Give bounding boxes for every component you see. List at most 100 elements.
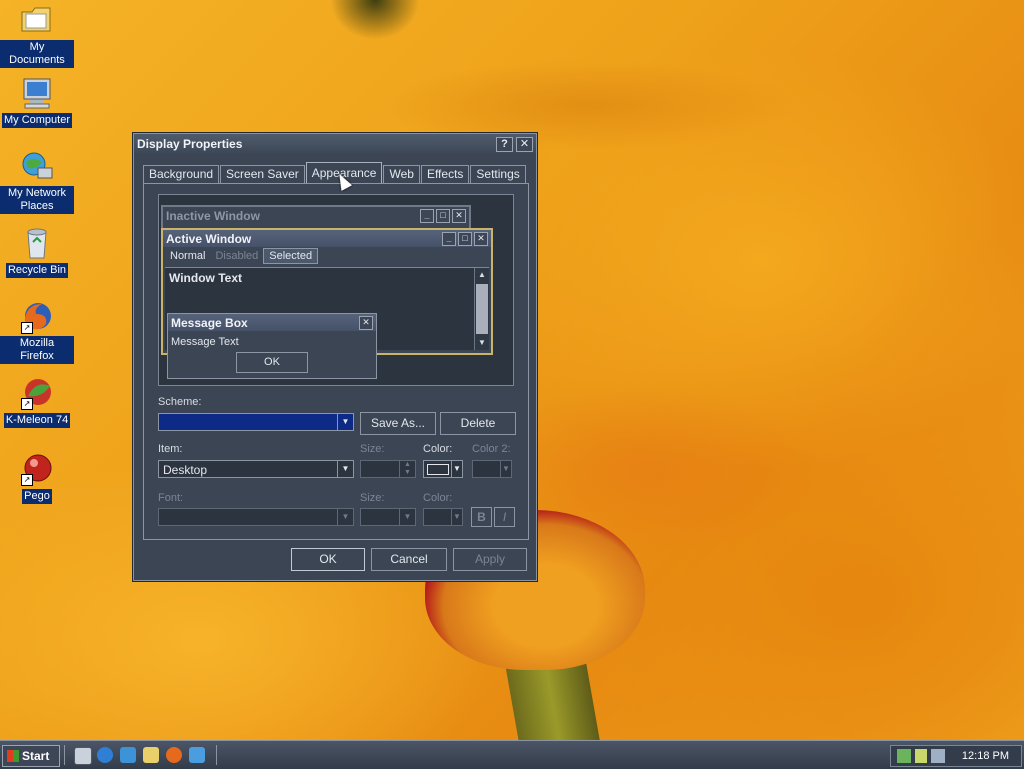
message-box-titlebar: Message Box ✕ (168, 314, 376, 331)
font-color-label: Color: (423, 492, 453, 504)
maximize-icon: □ (436, 208, 450, 223)
appearance-preview[interactable]: Inactive Window _ □ ✕ Active Window _ □ … (158, 194, 514, 386)
chevron-down-icon[interactable]: ▼ (451, 509, 462, 525)
menu-normal: Normal (170, 250, 206, 262)
menu-disabled: Disabled (215, 250, 259, 262)
dialog-titlebar[interactable]: Display Properties ? ✕ (134, 134, 536, 154)
tab-web[interactable]: Web (383, 165, 420, 183)
italic-button[interactable]: I (494, 507, 515, 527)
tab-settings[interactable]: Settings (470, 165, 526, 183)
taskbar-divider (64, 745, 67, 765)
system-tray: 12:18 PM (890, 745, 1022, 767)
tray-app-icon[interactable] (915, 749, 927, 763)
chevron-down-icon[interactable]: ▼ (451, 461, 462, 477)
chevron-down-icon[interactable]: ▼ (337, 509, 353, 525)
apply-button[interactable]: Apply (453, 548, 527, 571)
chevron-down-icon[interactable]: ▼ (337, 414, 353, 430)
k-meleon-icon: ↗ (20, 376, 54, 410)
taskbar: Start 12:18 PM (0, 740, 1024, 769)
desktop-icon-my-network-places[interactable]: My Network Places (0, 150, 74, 214)
font-size-select[interactable]: ▼ (360, 508, 416, 526)
scroll-down-icon: ▼ (478, 338, 486, 347)
shortcut-arrow-icon: ↗ (21, 474, 33, 486)
desktop-icon-k-meleon[interactable]: ↗ K-Meleon 74 (0, 376, 74, 428)
ok-button[interactable]: OK (291, 548, 365, 571)
bold-button[interactable]: B (471, 507, 492, 527)
desktop-icon-label: Pego (22, 489, 52, 504)
scheme-label: Scheme: (158, 396, 202, 408)
quicklaunch-explorer-icon[interactable] (143, 747, 159, 763)
help-button[interactable]: ? (496, 136, 513, 152)
color-picker[interactable]: ▼ (423, 460, 463, 478)
chevron-down-icon[interactable]: ▼ (500, 461, 511, 477)
quicklaunch-firefox-icon[interactable] (166, 747, 182, 763)
delete-button[interactable]: Delete (440, 412, 516, 435)
preview-menubar: Normal Disabled Selected (163, 247, 491, 265)
font-select[interactable]: ▼ (158, 508, 354, 526)
folder-icon (20, 4, 54, 38)
tab-background[interactable]: Background (143, 165, 220, 183)
shortcut-arrow-icon: ↗ (21, 322, 33, 334)
desktop-icon-my-documents[interactable]: My Documents (0, 4, 74, 68)
desktop-icon-label: Recycle Bin (5, 263, 69, 278)
close-icon: ✕ (452, 208, 466, 223)
desktop-icon-pego[interactable]: ↗ Pego (0, 452, 74, 504)
quicklaunch-internet-explorer-icon[interactable] (97, 747, 113, 763)
dialog-title: Display Properties (137, 137, 243, 151)
start-button[interactable]: Start (2, 745, 60, 767)
font-size-label: Size: (360, 492, 385, 504)
close-button[interactable]: ✕ (516, 136, 533, 152)
scheme-select[interactable]: ▼ (158, 413, 354, 431)
taskbar-divider (216, 745, 219, 765)
quicklaunch-messenger-icon[interactable] (189, 747, 205, 763)
wallpaper-shadow (330, 0, 420, 40)
size-stepper[interactable]: ▲ ▼ (360, 460, 416, 478)
font-label: Font: (158, 492, 184, 504)
chevron-down-icon[interactable]: ▼ (337, 461, 353, 477)
color-swatch (427, 464, 449, 475)
color2-label: Color 2: (472, 443, 511, 455)
minimize-icon: _ (442, 231, 456, 246)
start-label: Start (22, 749, 50, 763)
quicklaunch-show-desktop-icon[interactable] (74, 747, 92, 765)
taskbar-clock[interactable]: 12:18 PM (962, 746, 1009, 766)
desktop-icon-label: My Computer (1, 113, 73, 128)
desktop-icon-label: K-Meleon 74 (3, 413, 71, 428)
firefox-icon: ↗ (20, 300, 54, 334)
desktop-icon-my-computer[interactable]: My Computer (0, 76, 74, 128)
tab-effects[interactable]: Effects (420, 165, 470, 183)
font-color-picker[interactable]: ▼ (423, 508, 463, 526)
recycle-bin-icon (20, 226, 54, 260)
inactive-window-titlebar: Inactive Window _ □ ✕ (163, 207, 469, 224)
active-window-titlebar: Active Window _ □ ✕ (163, 230, 491, 247)
message-text: Message Text (171, 336, 239, 348)
item-label: Item: (158, 443, 183, 455)
cancel-button[interactable]: Cancel (371, 548, 447, 571)
shortcut-arrow-icon: ↗ (21, 398, 33, 410)
chevron-down-icon[interactable]: ▼ (399, 509, 415, 525)
active-window-title: Active Window (166, 231, 252, 246)
appearance-panel: Inactive Window _ □ ✕ Active Window _ □ … (143, 183, 529, 540)
tray-monitor-icon[interactable] (931, 749, 945, 763)
color-label: Color: (423, 443, 453, 455)
menu-selected: Selected (263, 248, 319, 264)
windows-flag-icon (7, 750, 19, 762)
scroll-thumb (476, 284, 488, 334)
message-box-title: Message Box (171, 315, 248, 330)
tab-screen-saver[interactable]: Screen Saver (220, 165, 305, 183)
computer-icon (20, 76, 54, 110)
network-icon (20, 150, 54, 184)
desktop-icon-recycle-bin[interactable]: Recycle Bin (0, 226, 74, 278)
save-as-button[interactable]: Save As... (360, 412, 436, 435)
scroll-up-icon: ▲ (478, 270, 486, 279)
color2-picker[interactable]: ▼ (472, 460, 512, 478)
desktop-icon-mozilla-firefox[interactable]: ↗ Mozilla Firefox (0, 300, 74, 364)
spin-arrows-icon[interactable]: ▲ ▼ (399, 461, 415, 477)
preview-ok-button: OK (236, 352, 308, 373)
item-select[interactable]: Desktop ▼ (158, 460, 354, 478)
item-value: Desktop (163, 463, 208, 477)
quicklaunch-outlook-icon[interactable] (120, 747, 136, 763)
tray-network-icon[interactable] (897, 749, 911, 763)
inactive-window-title: Inactive Window (166, 208, 260, 223)
window-text: Window Text (169, 271, 242, 285)
